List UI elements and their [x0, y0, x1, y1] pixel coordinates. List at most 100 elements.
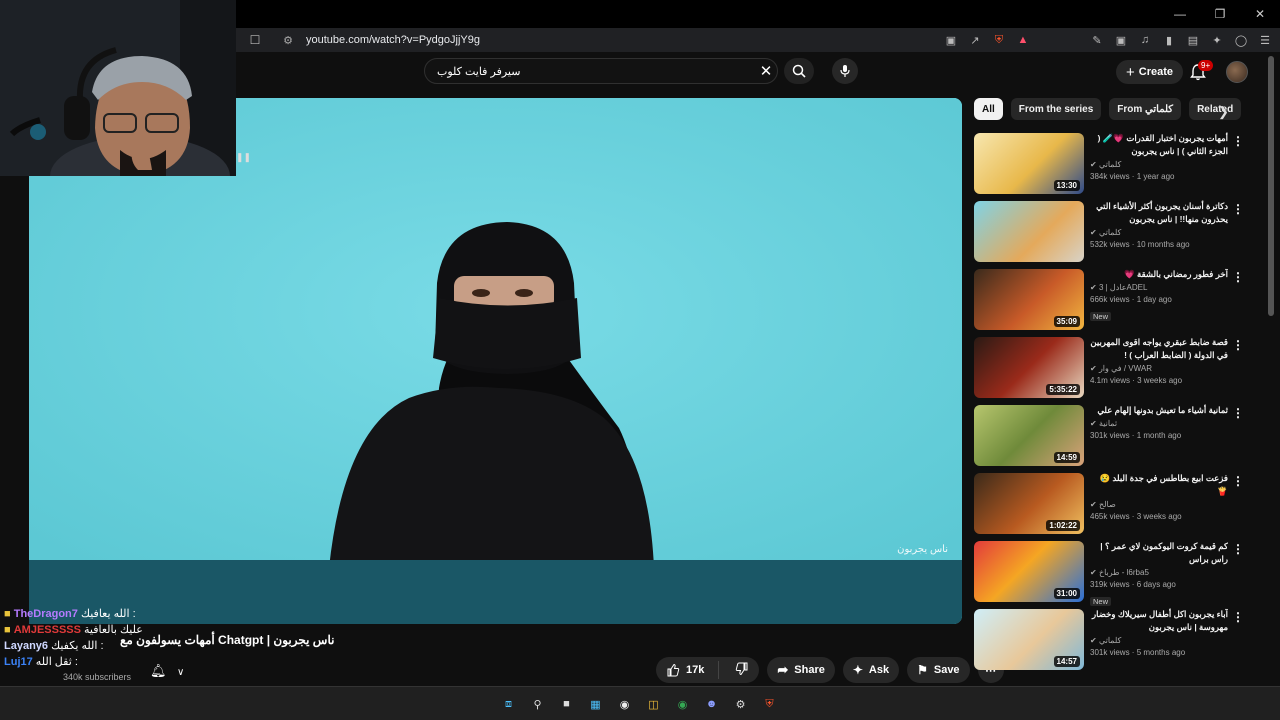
more-vertical-icon[interactable]: ⋮: [1232, 542, 1244, 556]
video-meta: أمهات يجربون اختبار القدرات 💗🧪 ( الجزء ا…: [1090, 132, 1228, 183]
site-settings-icon[interactable]: ⚙: [278, 34, 298, 47]
steam-icon[interactable]: ⚙: [730, 694, 751, 714]
task-view-icon[interactable]: ■: [556, 694, 577, 714]
save-button[interactable]: ⚑ Save: [907, 657, 970, 683]
more-vertical-icon[interactable]: ⋮: [1232, 474, 1244, 488]
chip-related[interactable]: Related: [1189, 98, 1242, 120]
view-count: 319k views: [1090, 580, 1130, 589]
stream-pause-icon: ❚❚: [236, 152, 252, 162]
sidebar-icon[interactable]: ▮: [1162, 34, 1176, 47]
recommended-title[interactable]: كم قيمة كروت اليوكمون لاي عمر ؟ | راس بر…: [1090, 540, 1228, 566]
create-button[interactable]: + Create: [1116, 60, 1184, 84]
like-divider: [718, 661, 720, 679]
like-count[interactable]: 17k: [686, 664, 704, 676]
leo-ai-icon[interactable]: ✦: [1210, 34, 1224, 47]
duration-badge: 14:57: [1053, 656, 1080, 667]
search-input[interactable]: سيرفر فايت كلوب: [425, 65, 755, 78]
music-icon[interactable]: ♫: [1138, 34, 1152, 46]
vpn-icon[interactable]: ◯: [1234, 34, 1248, 47]
video-player[interactable]: ناس يجربون: [29, 98, 962, 624]
chat-message: Layany6 الله يكفيك :: [4, 638, 264, 654]
minimize-icon[interactable]: —: [1160, 0, 1200, 28]
share-button[interactable]: ➦ Share: [767, 657, 835, 683]
page-scrollbar[interactable]: [1268, 56, 1274, 316]
voice-search-button[interactable]: [832, 58, 858, 84]
channel-name: ثمانية: [1098, 419, 1118, 428]
recommended-channel[interactable]: ✔ صالح: [1090, 498, 1228, 511]
recommended-title[interactable]: أمهات يجربون اختبار القدرات 💗🧪 ( الجزء ا…: [1090, 132, 1228, 158]
restore-icon[interactable]: ❐: [1200, 0, 1240, 28]
share-page-icon[interactable]: ↗: [968, 34, 982, 47]
recommended-title[interactable]: ثمانية أشياء ما تعيش بدونها إلهام علي: [1090, 404, 1228, 417]
recommended-channel[interactable]: ✔ في وار / VWAR: [1090, 362, 1228, 375]
windows-start-icon[interactable]: ⧈: [498, 694, 519, 714]
dislike-button[interactable]: [725, 662, 759, 679]
chrome-icon[interactable]: ◉: [672, 694, 693, 714]
video-thumbnail[interactable]: 14:59: [974, 405, 1084, 466]
recommended-video[interactable]: 1:02:22 فزعت ابيع بطاطس في جدة البلد 😢🍟 ✔ …: [974, 472, 1264, 540]
chip-from-series[interactable]: From the series: [1010, 98, 1102, 120]
ask-button[interactable]: ✦ Ask: [842, 657, 900, 683]
video-thumbnail[interactable]: 5:35:22: [974, 337, 1084, 398]
webcam-overlay: [0, 0, 236, 176]
chat-message: ■ AMJESSSSS عليك بالعافية: [4, 622, 264, 638]
video-thumbnail[interactable]: 35:09: [974, 269, 1084, 330]
chevron-right-icon[interactable]: ❯: [1218, 104, 1229, 120]
video-thumbnail[interactable]: 13:30: [974, 133, 1084, 194]
more-vertical-icon[interactable]: ⋮: [1232, 134, 1244, 148]
view-count: 301k views: [1090, 431, 1130, 440]
recommended-channel[interactable]: ✔ كلماتي: [1090, 634, 1228, 647]
recommended-video[interactable]: 35:09 آخر فطور رمضاني بالشقة 💗 ✔ عادل | 3A…: [974, 268, 1264, 336]
recommended-title[interactable]: فزعت ابيع بطاطس في جدة البلد 😢🍟: [1090, 472, 1228, 498]
video-thumbnail[interactable]: [974, 201, 1084, 262]
brave-browser-icon[interactable]: ⛨: [759, 694, 780, 714]
url-field[interactable]: youtube.com/watch?v=PydgoJjjY9g: [306, 34, 480, 46]
chip-all[interactable]: All: [974, 98, 1003, 120]
account-avatar[interactable]: [1226, 61, 1248, 83]
recommended-video[interactable]: دكاترة أسنان يجربون أكثر الأشياء التي يح…: [974, 200, 1264, 268]
menu-icon[interactable]: ☰: [1258, 34, 1272, 47]
recommended-video[interactable]: 31:00 كم قيمة كروت اليوكمون لاي عمر ؟ | ر…: [974, 540, 1264, 608]
recommended-channel[interactable]: ✔ طرباخ - l6rba5: [1090, 566, 1228, 579]
screenshot-icon[interactable]: ▣: [1114, 34, 1128, 47]
more-vertical-icon[interactable]: ⋮: [1232, 202, 1244, 216]
brave-shield-icon[interactable]: ⛨: [992, 34, 1006, 47]
chip-from-channel[interactable]: From كلماتي: [1109, 98, 1182, 120]
recommended-title[interactable]: آخر فطور رمضاني بالشقة 💗: [1090, 268, 1228, 281]
search-button[interactable]: [784, 58, 814, 84]
extensions-icon[interactable]: ✎: [1090, 34, 1104, 47]
discord-icon[interactable]: ☻: [701, 694, 722, 714]
recommended-channel[interactable]: ✔ كلماتي: [1090, 226, 1228, 239]
plus-icon: +: [1126, 63, 1135, 81]
widgets-icon[interactable]: ▦: [585, 694, 606, 714]
recommended-video[interactable]: 13:30 أمهات يجربون اختبار القدرات 💗🧪 ( ال…: [974, 132, 1264, 200]
recommended-video[interactable]: 14:57 آباء يجربون اكل أطفال سيريلاك وخضار…: [974, 608, 1264, 676]
video-thumbnail[interactable]: 14:57: [974, 609, 1084, 670]
recommended-channel[interactable]: ✔ ثمانية: [1090, 417, 1228, 430]
recommended-channel[interactable]: ✔ عادل | 3ADEL: [1090, 281, 1228, 294]
recommended-channel[interactable]: ✔ كلماتي: [1090, 158, 1228, 171]
recommended-title[interactable]: آباء يجربون اكل أطفال سيريلاك وخضار مهرو…: [1090, 608, 1228, 634]
recommended-video[interactable]: 14:59 ثمانية أشياء ما تعيش بدونها إلهام ع…: [974, 404, 1264, 472]
video-thumbnail[interactable]: 31:00: [974, 541, 1084, 602]
brave-rewards-icon[interactable]: ▲: [1016, 34, 1030, 46]
recommended-video[interactable]: 5:35:22 قصة ضابط عبقري يواجه اقوى المهربي…: [974, 336, 1264, 404]
video-thumbnail[interactable]: 1:02:22: [974, 473, 1084, 534]
cast-icon[interactable]: ▣: [944, 34, 958, 47]
thumbs-up-icon[interactable]: [666, 663, 680, 677]
more-vertical-icon[interactable]: ⋮: [1232, 270, 1244, 284]
recommended-title[interactable]: دكاترة أسنان يجربون أكثر الأشياء التي يح…: [1090, 200, 1228, 226]
clear-search-icon[interactable]: ✕: [755, 62, 777, 80]
search-box: سيرفر فايت كلوب ✕: [424, 58, 778, 84]
more-vertical-icon[interactable]: ⋮: [1232, 338, 1244, 352]
wallet-icon[interactable]: ▤: [1186, 34, 1200, 47]
more-vertical-icon[interactable]: ⋮: [1232, 406, 1244, 420]
close-window-icon[interactable]: ✕: [1240, 0, 1280, 28]
file-explorer-icon[interactable]: ◫: [643, 694, 664, 714]
obs-icon[interactable]: ◉: [614, 694, 635, 714]
more-vertical-icon[interactable]: ⋮: [1232, 610, 1244, 624]
recommendations-list: 13:30 أمهات يجربون اختبار القدرات 💗🧪 ( ال…: [974, 132, 1264, 676]
bookmark-icon[interactable]: ☐: [244, 33, 266, 47]
taskbar-search-icon[interactable]: ⚲: [527, 694, 548, 714]
recommended-title[interactable]: قصة ضابط عبقري يواجه اقوى المهربين في ال…: [1090, 336, 1228, 362]
